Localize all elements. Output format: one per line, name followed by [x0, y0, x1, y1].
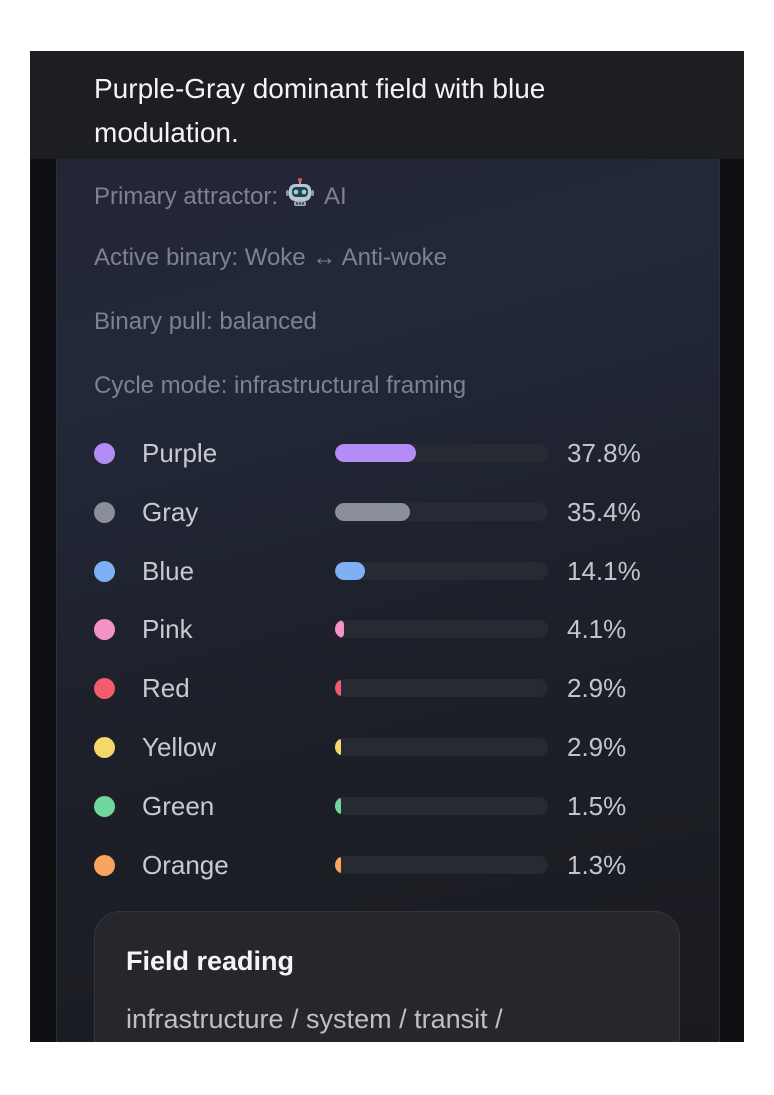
- percentage-bar-fill: [335, 738, 341, 756]
- percentage-value: 1.3%: [567, 850, 627, 880]
- color-dot-icon: [94, 855, 115, 876]
- percentage-bar-fill: [335, 444, 416, 462]
- summary-header: Purple-Gray dominant field with blue mod…: [30, 51, 744, 159]
- color-dot-icon: [94, 619, 115, 640]
- percentage-bar-fill: [335, 856, 341, 874]
- color-dot-icon: [94, 796, 115, 817]
- percentage-bar-track: [335, 620, 548, 638]
- primary-attractor: Primary attractor: AI: [94, 178, 347, 216]
- color-dot-icon: [94, 737, 115, 758]
- robot-icon: [285, 178, 315, 216]
- color-row-purple: Purple 37.8%: [94, 435, 694, 471]
- color-row-red: Red 2.9%: [94, 670, 694, 706]
- active-binary: Active binary: Woke ↔ Anti-woke: [94, 244, 448, 271]
- percentage-bar-track: [335, 562, 548, 580]
- color-name: Green: [142, 791, 215, 821]
- percentage-bar-fill: [335, 797, 341, 815]
- color-name: Red: [142, 673, 190, 703]
- color-name: Orange: [142, 850, 229, 880]
- color-name: Purple: [142, 438, 218, 468]
- percentage-bar-track: [335, 856, 548, 874]
- left-edge: [30, 51, 56, 1042]
- primary-attractor-value: AI: [324, 183, 347, 210]
- field-reading-title: Field reading: [126, 946, 295, 976]
- field-reading-card: Field reading infrastructure / system / …: [94, 911, 680, 1042]
- color-dot-icon: [94, 502, 115, 523]
- percentage-value: 37.8%: [567, 438, 641, 468]
- percentage-value: 35.4%: [567, 497, 641, 527]
- percentage-bar-fill: [335, 562, 365, 580]
- percentage-bar-track: [335, 503, 548, 521]
- right-edge: [718, 51, 744, 1042]
- color-row-pink: Pink 4.1%: [94, 611, 694, 647]
- color-dot-icon: [94, 678, 115, 699]
- percentage-bar-track: [335, 797, 548, 815]
- color-row-blue: Blue 14.1%: [94, 553, 694, 589]
- field-summary: Purple-Gray dominant field with blue mod…: [94, 73, 546, 148]
- percentage-bar-track: [335, 444, 548, 462]
- percentage-bar-fill: [335, 620, 344, 638]
- color-dot-icon: [94, 561, 115, 582]
- color-name: Yellow: [142, 732, 217, 762]
- percentage-value: 4.1%: [567, 614, 627, 644]
- color-name: Blue: [142, 556, 195, 586]
- color-row-yellow: Yellow 2.9%: [94, 729, 694, 765]
- color-dot-icon: [94, 443, 115, 464]
- color-name: Gray: [142, 497, 199, 527]
- app-screen: Purple-Gray dominant field with blue mod…: [30, 51, 744, 1042]
- color-row-green: Green 1.5%: [94, 788, 694, 824]
- percentage-bar-fill: [335, 503, 410, 521]
- color-row-orange: Orange 1.3%: [94, 847, 694, 883]
- percentage-value: 1.5%: [567, 791, 627, 821]
- binary-pull: Binary pull: balanced: [94, 308, 317, 335]
- percentage-bar-track: [335, 738, 548, 756]
- percentage-value: 14.1%: [567, 556, 641, 586]
- color-row-gray: Gray 35.4%: [94, 494, 694, 530]
- percentage-value: 2.9%: [567, 673, 627, 703]
- cycle-mode: Cycle mode: infrastructural framing: [94, 372, 467, 399]
- percentage-bar-fill: [335, 679, 341, 697]
- color-name: Pink: [142, 614, 193, 644]
- percentage-bar-track: [335, 679, 548, 697]
- primary-attractor-label: Primary attractor:: [94, 183, 279, 210]
- field-reading-body: infrastructure / system / transit /: [126, 1004, 503, 1034]
- percentage-value: 2.9%: [567, 732, 627, 762]
